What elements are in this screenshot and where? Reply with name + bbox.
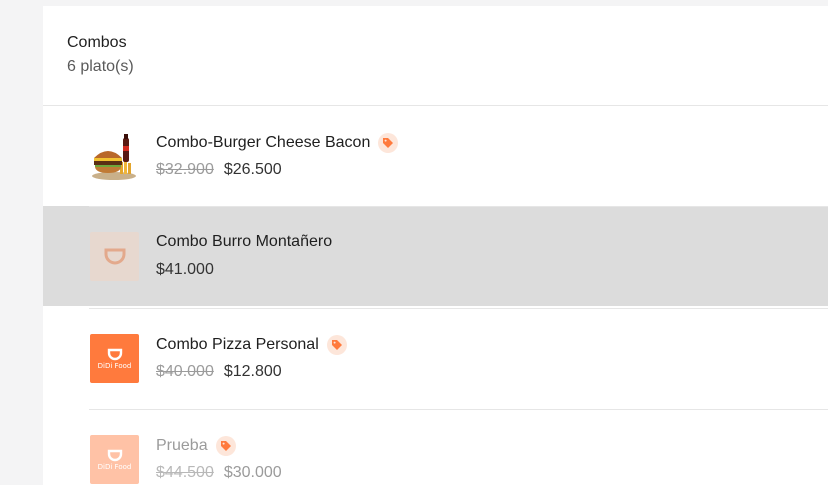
divider: [89, 308, 828, 309]
discount-tag-icon: [215, 436, 236, 456]
didi-food-logo-icon: DiDi Food: [90, 334, 139, 383]
dish-item-combo-burger-cheese-bacon[interactable]: Combo-Burger Cheese Bacon $32.900 $26.500: [43, 106, 828, 206]
current-price: $41.000: [156, 261, 214, 278]
burger-combo-image: [90, 132, 139, 181]
dish-thumbnail: DiDi Food: [90, 334, 139, 383]
current-price: $12.800: [223, 363, 282, 380]
dish-name: Combo Pizza Personal: [156, 336, 319, 353]
dish-name: Combo-Burger Cheese Bacon: [156, 134, 371, 151]
didi-food-logo-text: DiDi Food: [97, 462, 132, 471]
original-price: $32.900: [156, 161, 214, 178]
current-price: $26.500: [223, 161, 282, 178]
dish-price: $32.900 $26.500: [156, 161, 282, 179]
dish-thumbnail: DiDi Food: [90, 435, 139, 484]
dish-name: Combo Burro Montañero: [156, 233, 333, 250]
dish-item-combo-burro-montanero[interactable]: Combo Burro Montañero $41.000: [43, 206, 828, 306]
discount-tag-icon: [378, 133, 399, 153]
dish-item-combo-pizza-personal[interactable]: DiDi Food Combo Pizza Personal $40.000 $1…: [43, 308, 828, 408]
didi-food-logo-faded-icon: DiDi Food: [90, 435, 139, 484]
discount-tag-icon: [326, 335, 347, 355]
category-header: Combos 6 plato(s): [67, 34, 134, 76]
dish-price: $41.000: [156, 261, 214, 279]
current-price: $30.000: [223, 464, 282, 481]
original-price: $44.500: [156, 464, 214, 481]
category-title: Combos: [67, 34, 127, 51]
didi-logo-placeholder-icon: [90, 232, 139, 281]
dish-thumbnail: [90, 232, 139, 281]
dish-price: $44.500 $30.000: [156, 464, 282, 482]
dish-price: $40.000 $12.800: [156, 363, 282, 381]
dish-name: Prueba: [156, 437, 208, 454]
divider: [89, 206, 828, 207]
divider: [89, 409, 828, 410]
category-dish-count: 6 plato(s): [67, 58, 134, 75]
dish-thumbnail: [90, 132, 139, 181]
didi-food-logo-text: DiDi Food: [97, 361, 132, 370]
original-price: $40.000: [156, 363, 214, 380]
menu-category-panel: Combos 6 plato(s) Combo-Burger Cheese Ba…: [43, 6, 828, 485]
dish-item-prueba[interactable]: DiDi Food Prueba $44.500 $30.000: [43, 409, 828, 485]
